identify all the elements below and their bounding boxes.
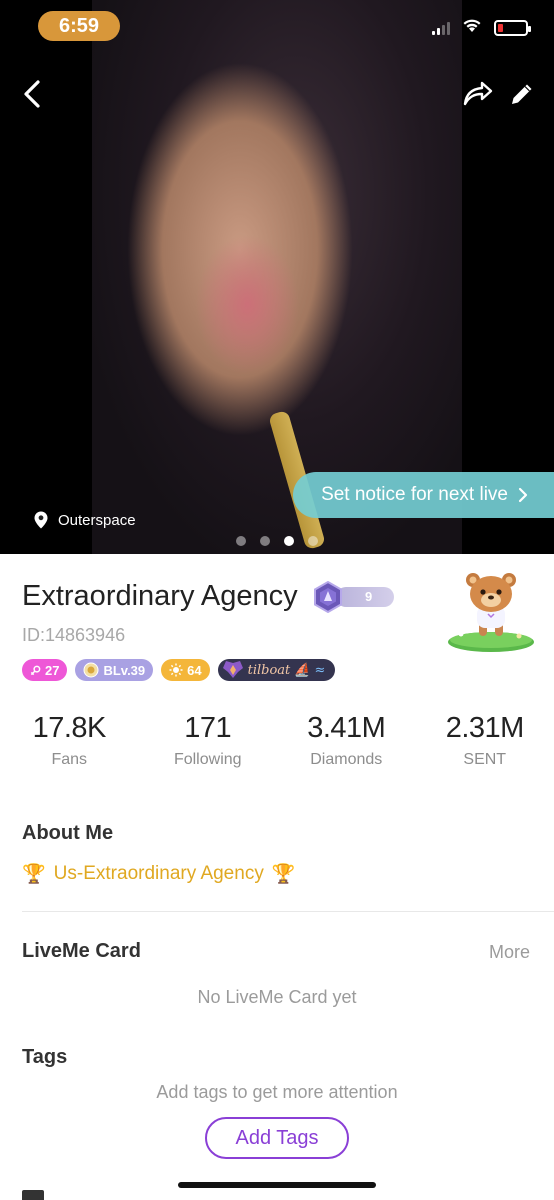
wings-crest-icon	[222, 661, 243, 678]
level-badge[interactable]: 9	[312, 580, 394, 613]
about-me-text-row: 🏆 Us-Extraordinary Agency 🏆	[22, 862, 296, 886]
location-tag: Outerspace	[34, 511, 136, 529]
carousel-dot	[260, 536, 270, 546]
user-id: ID:14863946	[22, 625, 126, 645]
stat-label: SENT	[463, 751, 507, 768]
notice-label: Set notice for next live	[321, 484, 508, 505]
stat-value: 171	[184, 712, 232, 744]
stat-sent[interactable]: 2.31M SENT	[416, 712, 554, 769]
carousel-dot	[236, 536, 246, 546]
stats-row: 17.8K Fans 171 Following 3.41M Diamonds …	[0, 712, 554, 769]
profile-name-row: Extraordinary Agency 9	[22, 580, 394, 613]
profile-photo-carousel[interactable]: 6:59 Set notice for next live Outerspace	[0, 0, 554, 554]
blv-badge[interactable]: BLv.39	[75, 659, 154, 681]
chevron-left-icon	[24, 80, 40, 108]
trophy-icon: 🏆	[271, 864, 296, 885]
stat-label: Fans	[51, 751, 88, 768]
add-tags-button[interactable]: Add Tags	[205, 1117, 349, 1159]
stat-value: 17.8K	[32, 712, 107, 744]
section-divider	[22, 911, 554, 912]
level-gem-icon	[313, 580, 342, 613]
gender-age-badge[interactable]: 27	[22, 659, 68, 681]
set-notice-button[interactable]: Set notice for next live	[293, 472, 554, 518]
carousel-indicator	[0, 536, 554, 546]
tags-title: Tags	[22, 1046, 68, 1068]
edit-profile-button[interactable]	[504, 76, 540, 112]
family-badge[interactable]: tilboat ⛵ ≈	[217, 659, 336, 681]
wifi-icon	[462, 18, 482, 38]
battery-low-icon	[494, 20, 531, 36]
family-name: tilboat	[247, 662, 291, 678]
sun-icon	[169, 663, 183, 677]
back-button[interactable]	[14, 76, 50, 112]
blv-value: BLv.39	[103, 662, 146, 678]
profile-photo[interactable]	[92, 0, 462, 554]
tags-hint: Add tags to get more attention	[156, 1082, 398, 1102]
home-indicator[interactable]	[178, 1182, 376, 1188]
share-arrow-icon	[463, 81, 493, 106]
medal-icon	[83, 662, 99, 678]
stat-following[interactable]: 171 Following	[139, 712, 278, 769]
chevron-right-icon	[518, 487, 528, 503]
pencil-icon	[512, 84, 532, 104]
bear-avatar[interactable]	[447, 570, 535, 654]
stat-label: Diamonds	[310, 751, 383, 768]
trophy-icon: 🏆	[22, 864, 46, 885]
wave-icon: ≈	[314, 662, 326, 678]
liveme-card-title: LiveMe Card	[22, 940, 141, 962]
female-symbol-icon	[30, 665, 41, 675]
sun-badge[interactable]: 64	[161, 659, 210, 681]
status-icons	[432, 18, 531, 38]
level-value: 9	[335, 586, 394, 607]
location-label: Outerspace	[58, 511, 136, 529]
about-me-text: Us-Extraordinary Agency	[53, 863, 264, 884]
stat-value: 3.41M	[307, 712, 386, 744]
cellular-signal-icon	[432, 21, 450, 35]
stat-label: Following	[173, 751, 242, 768]
badge-row: 27 BLv.39 64 tilboat ⛵ ≈	[22, 659, 336, 681]
liveme-card-more-link[interactable]: More	[489, 942, 530, 963]
stat-fans[interactable]: 17.8K Fans	[0, 712, 139, 769]
stat-value: 2.31M	[445, 712, 525, 744]
carousel-dot	[308, 536, 318, 546]
location-pin-icon	[34, 511, 48, 529]
profile-name: Extraordinary Agency	[22, 580, 298, 612]
carousel-dot-active	[284, 536, 294, 546]
status-time: 6:59	[38, 11, 120, 41]
sailboat-icon: ⛵	[294, 662, 311, 678]
next-section-peek	[22, 1190, 44, 1200]
stat-diamonds[interactable]: 3.41M Diamonds	[277, 712, 416, 769]
liveme-card-empty: No LiveMe Card yet	[197, 987, 357, 1007]
about-me-title: About Me	[22, 822, 114, 844]
share-button[interactable]	[460, 76, 496, 112]
age-value: 27	[45, 662, 60, 678]
sun-value: 64	[187, 662, 202, 678]
